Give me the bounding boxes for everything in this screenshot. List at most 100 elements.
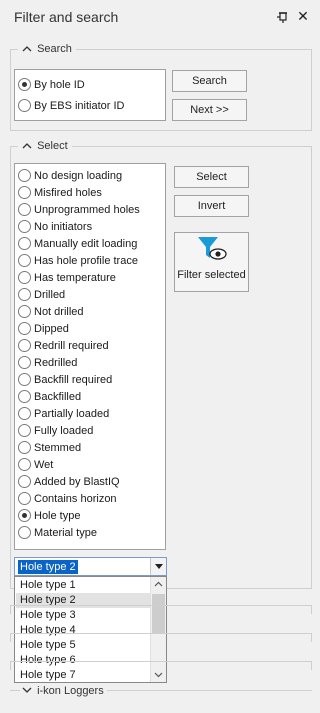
filter-option-label: Added by BlastIQ	[34, 476, 120, 488]
chevron-up-icon	[22, 143, 32, 149]
next-button[interactable]: Next >>	[172, 99, 247, 121]
filter-option-label: Drilled	[34, 289, 66, 301]
filter-option-label: Dipped	[34, 323, 69, 335]
filter-option-label: No initiators	[34, 221, 93, 233]
radio-button[interactable]	[18, 237, 31, 250]
radio-by-ebs-initiator-id[interactable]: By EBS initiator ID	[18, 98, 124, 115]
filter-option-label: Misfired holes	[34, 187, 102, 199]
select-group-legend: Select	[37, 140, 68, 152]
dropdown-option[interactable]: Hole type 1	[16, 578, 150, 593]
ikon-loggers-group[interactable]: i-kon Loggers	[10, 684, 312, 698]
radio-button[interactable]	[18, 78, 31, 91]
radio-button[interactable]	[18, 509, 31, 522]
panel-title: Filter and search	[14, 9, 119, 25]
radio-button[interactable]	[18, 203, 31, 216]
radio-button[interactable]	[18, 526, 31, 539]
collapsed-group	[10, 605, 312, 614]
filter-option[interactable]: Misfired holes	[18, 185, 102, 202]
filter-option[interactable]: Backfilled	[18, 389, 81, 406]
radio-button[interactable]	[18, 373, 31, 386]
filter-option-label: Hole type	[34, 510, 81, 522]
search-group-legend: Search	[37, 43, 72, 55]
radio-button[interactable]	[18, 271, 31, 284]
radio-button[interactable]	[18, 458, 31, 471]
filter-option[interactable]: Redrilled	[18, 355, 77, 372]
filter-option[interactable]: Hole type	[18, 508, 80, 525]
filter-option-label: Backfill required	[34, 374, 113, 386]
invert-button[interactable]: Invert	[174, 195, 249, 217]
radio-button[interactable]	[18, 441, 31, 454]
filter-option[interactable]: Material type	[18, 525, 97, 542]
filter-option-label: No design loading	[34, 170, 123, 182]
filter-option[interactable]: No design loading	[18, 168, 122, 185]
filter-option[interactable]: Not drilled	[18, 304, 84, 321]
search-group-header[interactable]: Search	[18, 42, 76, 56]
filter-option-label: Redrilled	[34, 357, 78, 369]
radio-button[interactable]	[18, 424, 31, 437]
radio-button[interactable]	[18, 322, 31, 335]
radio-label: By hole ID	[34, 79, 85, 91]
radio-button[interactable]	[18, 99, 31, 112]
radio-button[interactable]	[18, 475, 31, 488]
filter-option[interactable]: Has hole profile trace	[18, 253, 138, 270]
radio-button[interactable]	[18, 390, 31, 403]
filter-option-label: Redrill required	[34, 340, 109, 352]
collapsed-group	[10, 661, 312, 670]
scrollbar-thumb[interactable]	[152, 594, 165, 634]
chevron-up-icon	[22, 46, 32, 52]
radio-button[interactable]	[18, 186, 31, 199]
filter-selected-label: Filter selected	[177, 269, 246, 281]
scroll-up-icon[interactable]	[151, 577, 166, 592]
radio-button[interactable]	[18, 407, 31, 420]
radio-button[interactable]	[18, 339, 31, 352]
radio-button[interactable]	[18, 288, 31, 301]
filter-eye-icon	[198, 237, 227, 260]
filter-option[interactable]: Redrill required	[18, 338, 109, 355]
filter-selected-button[interactable]: Filter selected	[174, 232, 249, 292]
select-group-header[interactable]: Select	[18, 139, 72, 153]
filter-option[interactable]: Partially loaded	[18, 406, 109, 423]
radio-button[interactable]	[18, 356, 31, 369]
collapsed-group	[10, 633, 312, 642]
radio-button[interactable]	[18, 492, 31, 505]
radio-button[interactable]	[18, 254, 31, 267]
radio-label: By EBS initiator ID	[34, 100, 125, 112]
filter-option[interactable]: Dipped	[18, 321, 69, 338]
search-button[interactable]: Search	[172, 70, 247, 92]
select-button[interactable]: Select	[174, 166, 249, 188]
filter-option[interactable]: Backfill required	[18, 372, 112, 389]
search-mode-box: By hole ID By EBS initiator ID	[14, 69, 166, 121]
pin-icon[interactable]	[276, 10, 290, 24]
filter-option[interactable]: Drilled	[18, 287, 65, 304]
filter-option-label: Backfilled	[34, 391, 82, 403]
panel-header: Filter and search ✕	[0, 0, 320, 36]
filter-option[interactable]: Contains horizon	[18, 491, 117, 508]
combo-dropdown-button[interactable]	[150, 558, 166, 575]
radio-button[interactable]	[18, 220, 31, 233]
filter-option[interactable]: Has temperature	[18, 270, 116, 287]
filter-option[interactable]: Added by BlastIQ	[18, 474, 120, 491]
filter-option-label: Not drilled	[34, 306, 84, 318]
hole-type-combo[interactable]: Hole type 2	[14, 557, 167, 576]
ikon-loggers-header[interactable]: i-kon Loggers	[20, 684, 107, 698]
filter-list: No design loading Misfired holes Unprogram…	[14, 163, 166, 550]
filter-option-label: Unprogrammed holes	[34, 204, 140, 216]
filter-option-label: Fully loaded	[34, 425, 94, 437]
filter-option-label: Partially loaded	[34, 408, 110, 420]
filter-option[interactable]: Unprogrammed holes	[18, 202, 140, 219]
filter-option[interactable]: Fully loaded	[18, 423, 93, 440]
filter-option[interactable]: Manually edit loading	[18, 236, 137, 253]
dropdown-option[interactable]: Hole type 7	[16, 668, 150, 682]
filter-option[interactable]: No initiators	[18, 219, 92, 236]
filter-option[interactable]: Wet	[18, 457, 53, 474]
filter-option-label: Contains horizon	[34, 493, 117, 505]
filter-option-label: Material type	[34, 527, 97, 539]
ikon-loggers-legend: i-kon Loggers	[37, 685, 104, 697]
filter-option-label: Has hole profile trace	[34, 255, 138, 267]
radio-button[interactable]	[18, 305, 31, 318]
radio-by-hole-id[interactable]: By hole ID	[18, 77, 85, 94]
filter-option[interactable]: Stemmed	[18, 440, 81, 457]
radio-button[interactable]	[18, 169, 31, 182]
filter-option-label: Wet	[34, 459, 54, 471]
close-icon[interactable]: ✕	[296, 8, 310, 24]
